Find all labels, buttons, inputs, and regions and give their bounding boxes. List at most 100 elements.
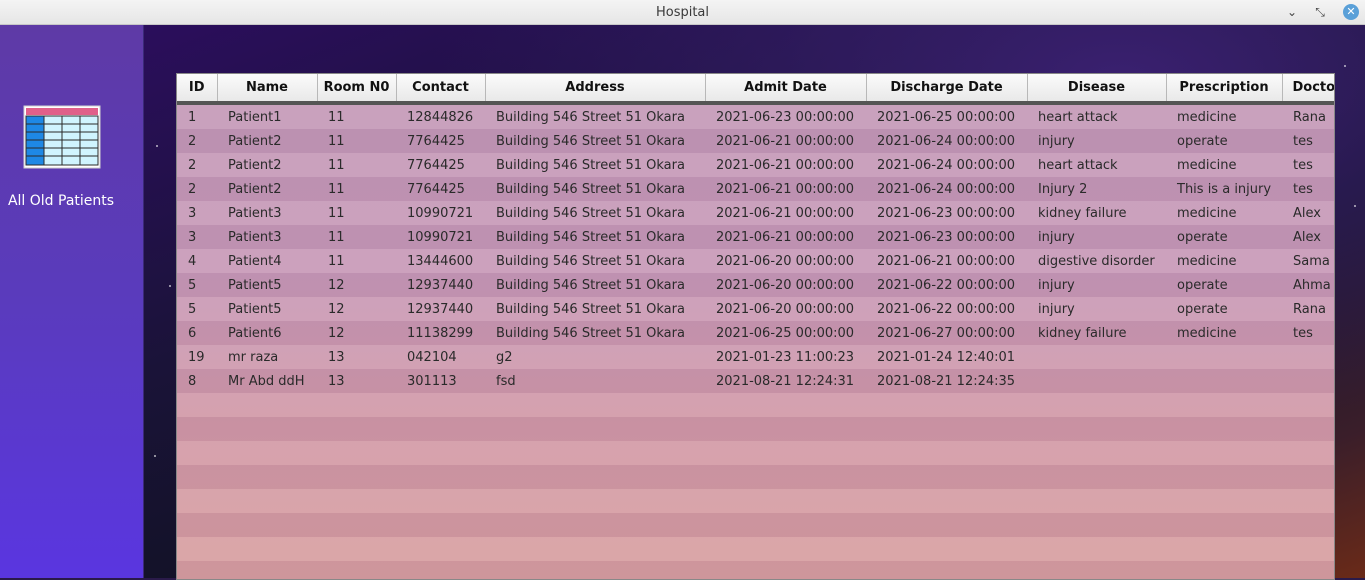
table-cell[interactable]: 2021-06-22 00:00:00 — [866, 273, 1027, 297]
table-cell[interactable]: Patient5 — [217, 273, 317, 297]
table-cell[interactable]: Patient2 — [217, 153, 317, 177]
table-cell[interactable]: 11 — [317, 153, 396, 177]
table-cell[interactable]: operate — [1166, 273, 1282, 297]
table-cell[interactable]: Patient5 — [217, 297, 317, 321]
table-cell[interactable] — [177, 441, 217, 465]
table-cell[interactable] — [1027, 489, 1166, 513]
table-cell[interactable]: 8 — [177, 369, 217, 393]
table-cell[interactable] — [177, 513, 217, 537]
table-row-empty[interactable] — [177, 561, 1334, 579]
table-row[interactable]: 6 Patient6 12 11138299 Building 546 Street 5… — [177, 321, 1334, 345]
table-cell[interactable]: 12844826 — [396, 103, 485, 129]
table-cell[interactable]: 11 — [317, 225, 396, 249]
table-cell[interactable]: digestive disorder — [1027, 249, 1166, 273]
table-row[interactable]: 2 Patient2 11 7764425 Building 546 Street 51… — [177, 153, 1334, 177]
table-cell[interactable]: 2021-01-24 12:40:01 — [866, 345, 1027, 369]
table-cell[interactable]: tes — [1282, 129, 1334, 153]
maximize-icon[interactable]: ⤡ — [1312, 4, 1328, 20]
table-cell[interactable]: Patient3 — [217, 225, 317, 249]
table-cell[interactable] — [485, 489, 705, 513]
table-cell[interactable] — [177, 561, 217, 579]
table-cell[interactable] — [317, 537, 396, 561]
column-header-address[interactable]: Address — [485, 74, 706, 105]
table-cell[interactable]: Building 546 Street 51 Okara — [485, 225, 705, 249]
table-cell[interactable]: 12937440 — [396, 297, 485, 321]
table-cell[interactable]: 7764425 — [396, 177, 485, 201]
table-cell[interactable]: Building 546 Street 51 Okara — [485, 249, 705, 273]
table-row[interactable]: 4 Patient4 11 13444600 Building 546 Street 5… — [177, 249, 1334, 273]
table-cell[interactable]: 2021-06-23 00:00:00 — [866, 201, 1027, 225]
table-cell[interactable]: 2021-06-21 00:00:00 — [705, 225, 866, 249]
table-cell[interactable] — [1166, 513, 1282, 537]
table-cell[interactable]: 2021-06-20 00:00:00 — [705, 273, 866, 297]
table-cell[interactable] — [705, 465, 866, 489]
table-cell[interactable]: 19 — [177, 345, 217, 369]
table-cell[interactable] — [177, 537, 217, 561]
table-cell[interactable]: 12 — [317, 297, 396, 321]
table-cell[interactable]: medicine — [1166, 321, 1282, 345]
table-row[interactable]: 5 Patient5 12 12937440 Building 546 Street 5… — [177, 273, 1334, 297]
table-cell[interactable]: Alex — [1282, 225, 1334, 249]
table-cell[interactable]: Building 546 Street 51 Okara — [485, 201, 705, 225]
table-cell[interactable] — [1027, 345, 1166, 369]
column-header-doctor[interactable]: Doctor — [1282, 74, 1334, 105]
table-cell[interactable] — [1027, 561, 1166, 579]
table-cell[interactable]: 2021-06-22 00:00:00 — [866, 297, 1027, 321]
table-cell[interactable]: injury — [1027, 297, 1166, 321]
table-cell[interactable] — [1282, 393, 1334, 417]
table-cell[interactable]: 13 — [317, 369, 396, 393]
table-cell[interactable]: 2021-06-24 00:00:00 — [866, 177, 1027, 201]
table-cell[interactable] — [317, 465, 396, 489]
table-cell[interactable]: 2021-06-23 00:00:00 — [866, 225, 1027, 249]
table-cell[interactable]: Building 546 Street 51 Okara — [485, 297, 705, 321]
table-cell[interactable] — [705, 441, 866, 465]
table-cell[interactable]: 1 — [177, 103, 217, 129]
table-cell[interactable] — [396, 513, 485, 537]
table-cell[interactable]: fsd — [485, 369, 705, 393]
table-cell[interactable]: 2021-01-23 11:00:23 — [705, 345, 866, 369]
table-cell[interactable] — [866, 513, 1027, 537]
table-cell[interactable] — [396, 441, 485, 465]
table-row[interactable]: 2 Patient2 11 7764425 Building 546 Street 51… — [177, 177, 1334, 201]
table-cell[interactable] — [217, 489, 317, 513]
table-cell[interactable]: Patient3 — [217, 201, 317, 225]
table-cell[interactable]: Patient2 — [217, 129, 317, 153]
table-row[interactable]: 3 Patient3 11 10990721 Building 546 Street 5… — [177, 225, 1334, 249]
table-cell[interactable]: 2021-06-21 00:00:00 — [705, 129, 866, 153]
table-cell[interactable] — [1282, 369, 1334, 393]
minimize-icon[interactable]: ⌄ — [1284, 4, 1300, 20]
table-cell[interactable] — [705, 561, 866, 579]
table-cell[interactable]: operate — [1166, 129, 1282, 153]
table-cell[interactable] — [177, 417, 217, 441]
table-cell[interactable] — [485, 561, 705, 579]
table-cell[interactable] — [1027, 369, 1166, 393]
table-cell[interactable] — [485, 417, 705, 441]
table-cell[interactable]: 10990721 — [396, 201, 485, 225]
table-cell[interactable] — [1282, 513, 1334, 537]
table-cell[interactable] — [1166, 489, 1282, 513]
table-cell[interactable]: mr raza — [217, 345, 317, 369]
table-cell[interactable]: 2021-06-21 00:00:00 — [705, 153, 866, 177]
table-cell[interactable]: kidney failure — [1027, 321, 1166, 345]
table-cell[interactable]: tes — [1282, 321, 1334, 345]
table-cell[interactable]: g2 — [485, 345, 705, 369]
table-cell[interactable]: 2021-06-20 00:00:00 — [705, 297, 866, 321]
table-row[interactable]: 5 Patient5 12 12937440 Building 546 Street 5… — [177, 297, 1334, 321]
table-row-empty[interactable] — [177, 537, 1334, 561]
table-cell[interactable] — [396, 489, 485, 513]
table-cell[interactable]: 13 — [317, 345, 396, 369]
table-cell[interactable] — [866, 465, 1027, 489]
table-cell[interactable] — [866, 441, 1027, 465]
table-cell[interactable] — [217, 441, 317, 465]
column-header-disease[interactable]: Disease — [1027, 74, 1167, 105]
table-cell[interactable]: medicine — [1166, 201, 1282, 225]
table-cell[interactable]: Building 546 Street 51 Okara — [485, 103, 705, 129]
table-cell[interactable]: 2021-06-25 00:00:00 — [705, 321, 866, 345]
table-cell[interactable]: 2021-06-20 00:00:00 — [705, 249, 866, 273]
table-cell[interactable] — [396, 393, 485, 417]
table-cell[interactable] — [1166, 345, 1282, 369]
table-cell[interactable] — [217, 417, 317, 441]
table-cell[interactable]: Rana — [1282, 103, 1334, 129]
table-cell[interactable] — [866, 537, 1027, 561]
table-cell[interactable] — [217, 513, 317, 537]
